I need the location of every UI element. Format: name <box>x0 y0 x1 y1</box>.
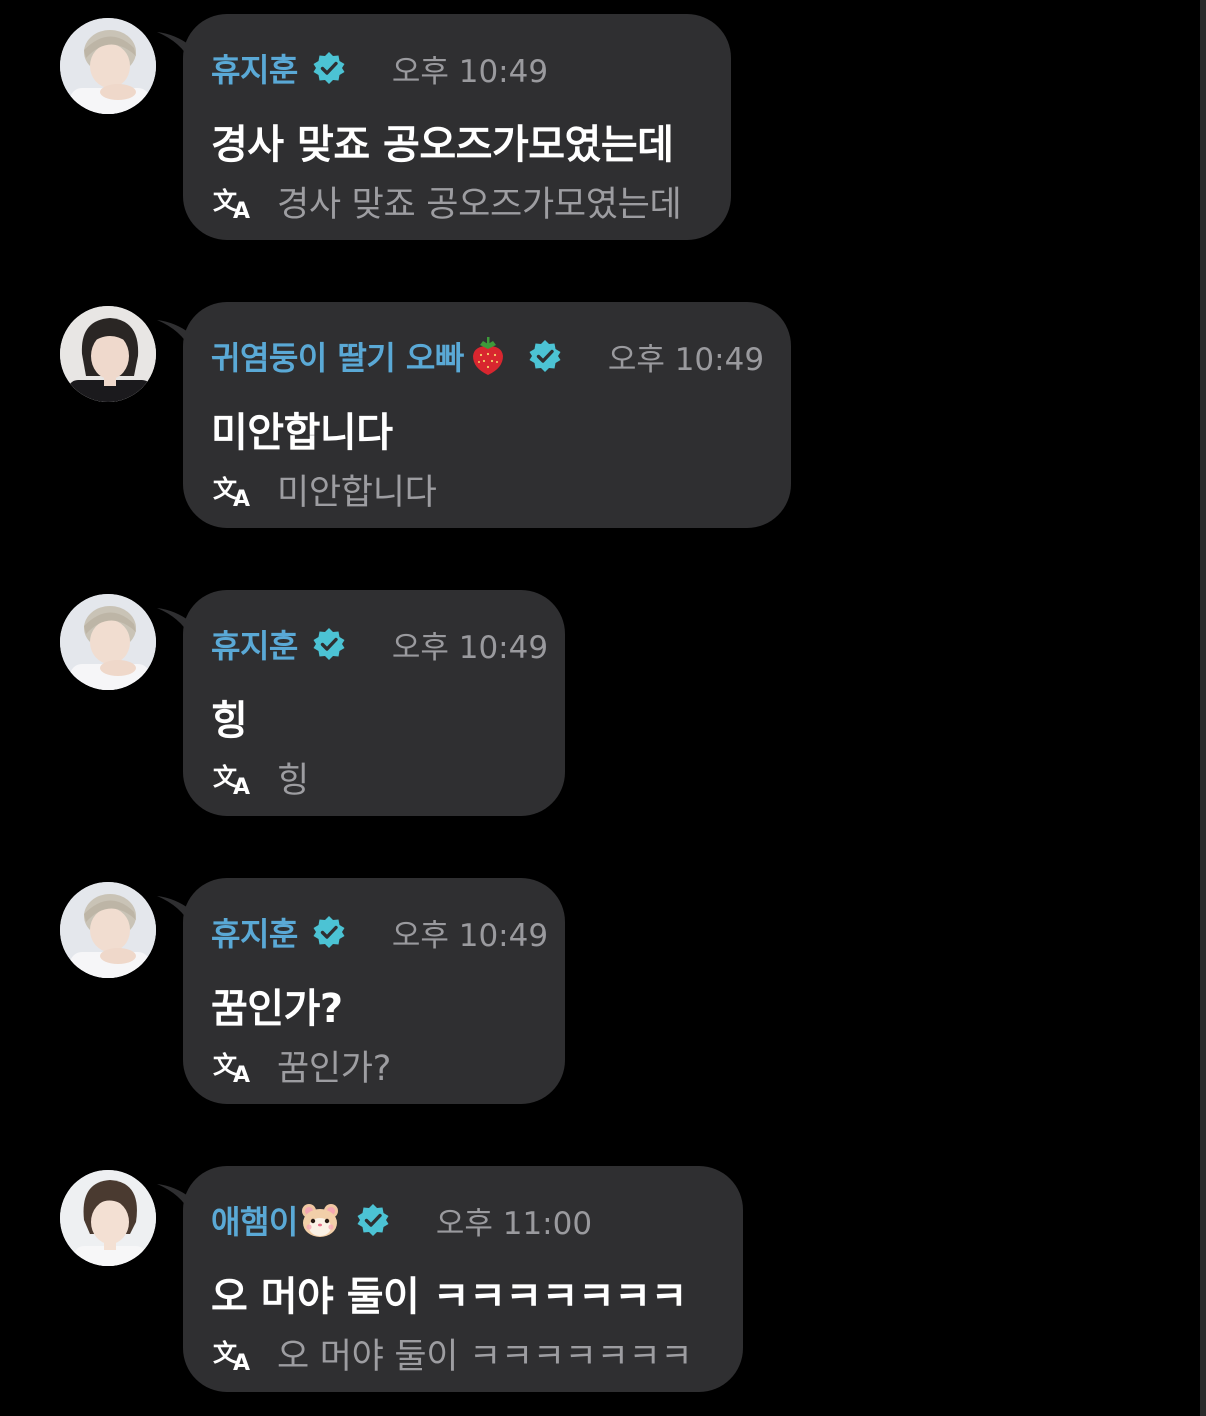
translation-text: 오 머야 둘이 ㅋㅋㅋㅋㅋㅋㅋ <box>277 1337 693 1377</box>
svg-text:A: A <box>233 199 250 222</box>
svg-text:A: A <box>233 487 250 510</box>
message-bubble[interactable]: 휴지훈 오후 10:49 꿈인가? 文 A 꿈인가? <box>157 878 565 1104</box>
verified-badge-icon <box>313 628 345 660</box>
translate-icon: 文 A <box>213 187 250 222</box>
verified-badge-icon <box>529 340 561 372</box>
svg-text:A: A <box>233 1063 250 1086</box>
message-text: 꿈인가? <box>211 986 343 1032</box>
translation-text: 꿈인가? <box>277 1049 391 1089</box>
message-header: 휴지훈 오후 10:49 <box>211 45 549 91</box>
message-header: 애햄이 오후 11:00 <box>211 1197 593 1243</box>
translate-icon: 文 A <box>213 1051 250 1086</box>
translate-icon: 文 A <box>213 763 250 798</box>
hamster-emoji <box>301 1204 338 1237</box>
bubble-tail <box>157 608 191 638</box>
message-header: 휴지훈 오후 10:49 <box>211 909 549 955</box>
avatar[interactable] <box>60 594 156 690</box>
avatar[interactable] <box>60 1170 156 1266</box>
message-text: 힝 <box>211 698 248 744</box>
sender-name[interactable]: 휴지훈 <box>211 909 298 955</box>
translation-text: 미안합니다 <box>277 473 437 513</box>
sender-name[interactable]: 애햄이 <box>211 1197 298 1243</box>
message-text: 경사 맞죠 공오즈가모였는데 <box>211 122 674 168</box>
message-bubble[interactable]: 애햄이 오후 11:00 오 머야 둘이 ㅋㅋㅋㅋㅋㅋㅋ 文 A 오 머야 둘이… <box>157 1166 743 1392</box>
translation-row[interactable]: 文 A 오 머야 둘이 ㅋㅋㅋㅋㅋㅋㅋ <box>213 1328 693 1379</box>
message-item: 휴지훈 오후 10:49 경사 맞죠 공오즈가모였는데 文 A 경사 맞죠 공오… <box>0 14 740 240</box>
message-bubble[interactable]: 귀염둥이 딸기 오빠 오후 10:49 미안합니다 文 A 미안합니다 <box>157 302 791 528</box>
verified-badge-icon <box>313 52 345 84</box>
svg-text:A: A <box>233 775 250 798</box>
translation-row[interactable]: 文 A 힝 <box>213 752 309 803</box>
message-item: 휴지훈 오후 10:49 꿈인가? 文 A 꿈인가? <box>0 878 570 1104</box>
message-timestamp: 오후 10:49 <box>391 53 549 90</box>
message-header: 귀염둥이 딸기 오빠 오후 10:49 <box>211 333 765 379</box>
verified-badge-icon <box>313 916 345 948</box>
bubble-tail <box>157 32 191 62</box>
translation-text: 경사 맞죠 공오즈가모였는데 <box>277 185 682 225</box>
message-item: 애햄이 오후 11:00 오 머야 둘이 ㅋㅋㅋㅋㅋㅋㅋ 文 A 오 머야 둘이… <box>0 1166 750 1392</box>
translate-icon: 文 A <box>213 475 250 510</box>
message-item: 귀염둥이 딸기 오빠 오후 10:49 미안합니다 文 A 미안합니다 <box>0 302 800 528</box>
sender-name[interactable]: 휴지훈 <box>211 45 298 91</box>
bubble-tail <box>157 896 191 926</box>
bubble-tail <box>157 320 191 350</box>
message-timestamp: 오후 11:00 <box>435 1205 593 1242</box>
verified-badge-icon <box>357 1204 389 1236</box>
translate-icon: 文 A <box>213 1339 250 1374</box>
translation-row[interactable]: 文 A 미안합니다 <box>213 464 437 515</box>
message-bubble[interactable]: 휴지훈 오후 10:49 경사 맞죠 공오즈가모였는데 文 A 경사 맞죠 공오… <box>157 14 731 240</box>
message-timestamp: 오후 10:49 <box>607 341 765 378</box>
avatar[interactable] <box>60 18 156 114</box>
svg-text:A: A <box>233 1351 250 1374</box>
window-edge <box>1200 0 1206 1416</box>
message-bubble[interactable]: 휴지훈 오후 10:49 힝 文 A 힝 <box>157 590 565 816</box>
message-timestamp: 오후 10:49 <box>391 917 549 954</box>
strawberry-emoji <box>472 337 503 375</box>
message-text: 오 머야 둘이 ㅋㅋㅋㅋㅋㅋㅋ <box>211 1274 687 1320</box>
sender-name[interactable]: 휴지훈 <box>211 621 298 667</box>
sender-name[interactable]: 귀염둥이 딸기 오빠 <box>211 333 464 379</box>
translation-row[interactable]: 文 A 꿈인가? <box>213 1040 391 1091</box>
translation-row[interactable]: 文 A 경사 맞죠 공오즈가모였는데 <box>213 176 682 227</box>
translation-text: 힝 <box>277 761 309 801</box>
message-item: 휴지훈 오후 10:49 힝 文 A 힝 <box>0 590 570 816</box>
message-timestamp: 오후 10:49 <box>391 629 549 666</box>
bubble-tail <box>157 1184 191 1214</box>
avatar[interactable] <box>60 306 156 402</box>
message-text: 미안합니다 <box>211 410 393 456</box>
avatar[interactable] <box>60 882 156 978</box>
message-header: 휴지훈 오후 10:49 <box>211 621 549 667</box>
